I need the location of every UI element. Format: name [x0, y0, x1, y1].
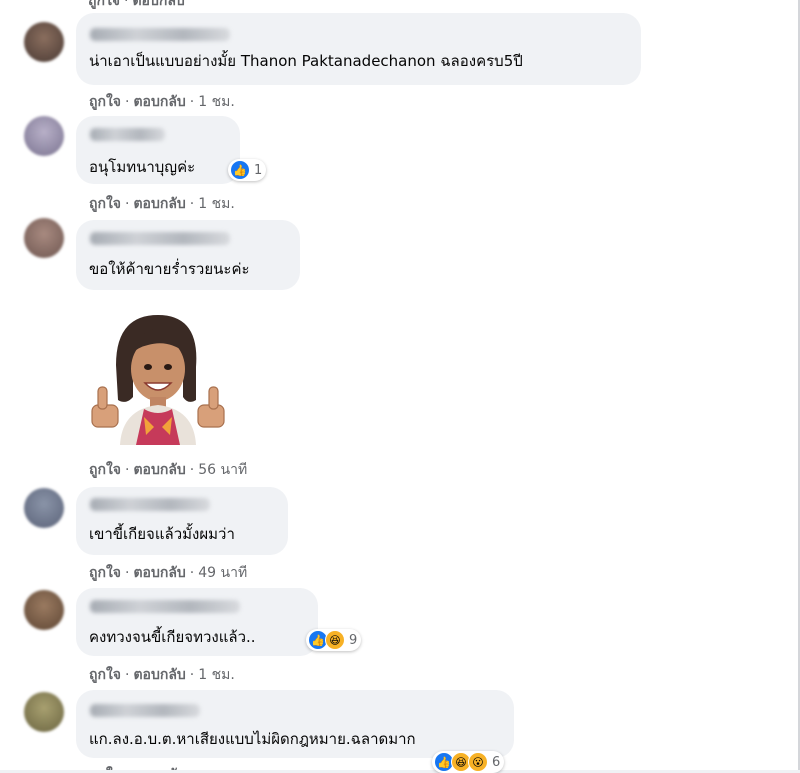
- commenter-name-blurred[interactable]: [90, 600, 240, 613]
- comment-actions: ถูกใจ · ตอบกลับ · 1 ชม.: [89, 667, 235, 683]
- comment-text: ขอให้ค้าขายร่ำรวยนะค่ะ: [89, 260, 250, 278]
- avatar-sticker-thumbs-up[interactable]: [88, 305, 228, 445]
- commenter-name-blurred[interactable]: [90, 128, 165, 141]
- comments-panel: ถูกใจ · ตอบกลับ น่าเอาเป็นแบบอย่างมั้ย Tha…: [0, 0, 800, 773]
- avatar[interactable]: [24, 590, 64, 630]
- comment-time[interactable]: 1 ชม.: [198, 196, 235, 212]
- commenter-name-blurred[interactable]: [90, 704, 200, 717]
- comment-actions: ถูกใจ · ตอบกลับ · 56 นาที: [89, 462, 248, 478]
- comment-text: อนุโมทนาบุญค่ะ: [89, 158, 196, 176]
- comment-time[interactable]: 49 นาที: [198, 565, 247, 581]
- comment-actions: ถูกใจ · ตอบกลับ · 1 ชม.: [89, 94, 235, 110]
- reaction-summary[interactable]: 👍 😆 9: [306, 629, 362, 651]
- haha-icon: 😆: [325, 630, 345, 650]
- comment-bubble: [76, 220, 300, 290]
- comment-actions-cut: ถูกใจ · ตอบกลับ: [88, 0, 185, 9]
- like-link[interactable]: ถูกใจ: [89, 667, 121, 683]
- reply-link[interactable]: ตอบกลับ: [133, 667, 185, 683]
- avatar[interactable]: [24, 692, 64, 732]
- comment-text: แก.ลง.อ.บ.ต.หาเสียงแบบไม่ผิดกฎหมาย.ฉลาดม…: [89, 730, 416, 748]
- comment-bubble: [76, 13, 641, 85]
- comment-actions: ถูกใจ · ตอบกลับ · 49 นาที: [89, 565, 248, 581]
- reply-link[interactable]: ตอบกลับ: [133, 565, 185, 581]
- like-link[interactable]: ถูกใจ: [89, 94, 121, 110]
- comment-time[interactable]: 56 นาที: [198, 462, 247, 478]
- reply-link[interactable]: ตอบกลับ: [133, 94, 185, 110]
- commenter-name-blurred[interactable]: [90, 232, 230, 245]
- reaction-summary[interactable]: 👍 1: [228, 159, 267, 181]
- comment-time[interactable]: 1 ชม.: [198, 667, 235, 683]
- comment-actions: ถูกใจ · ตอบกลับ · 1 ชม.: [89, 196, 235, 212]
- like-link[interactable]: ถูกใจ: [89, 196, 121, 212]
- comment-time[interactable]: 1 ชม.: [198, 94, 235, 110]
- wow-icon: 😮: [468, 752, 488, 772]
- comment-text: คงทวงจนขี้เกียจทวงแล้ว..: [89, 628, 256, 646]
- like-icon: 👍: [230, 160, 250, 180]
- commenter-name-blurred[interactable]: [90, 28, 230, 41]
- reply-link[interactable]: ตอบกลับ: [133, 196, 185, 212]
- avatar[interactable]: [24, 218, 64, 258]
- comment-text: เขาขี้เกียจแล้วมั้งผมว่า: [89, 525, 235, 543]
- avatar[interactable]: [24, 488, 64, 528]
- commenter-name-blurred[interactable]: [90, 498, 210, 511]
- reply-link[interactable]: ตอบกลับ: [133, 462, 185, 478]
- like-link[interactable]: ถูกใจ: [89, 462, 121, 478]
- comment-actions: ถูกใจ·ตอบกลับ: [89, 764, 186, 770]
- avatar[interactable]: [24, 116, 64, 156]
- like-link[interactable]: ถูกใจ: [89, 565, 121, 581]
- avatar[interactable]: [24, 22, 64, 62]
- comment-text: น่าเอาเป็นแบบอย่างมั้ย Thanon Paktanadec…: [89, 52, 523, 70]
